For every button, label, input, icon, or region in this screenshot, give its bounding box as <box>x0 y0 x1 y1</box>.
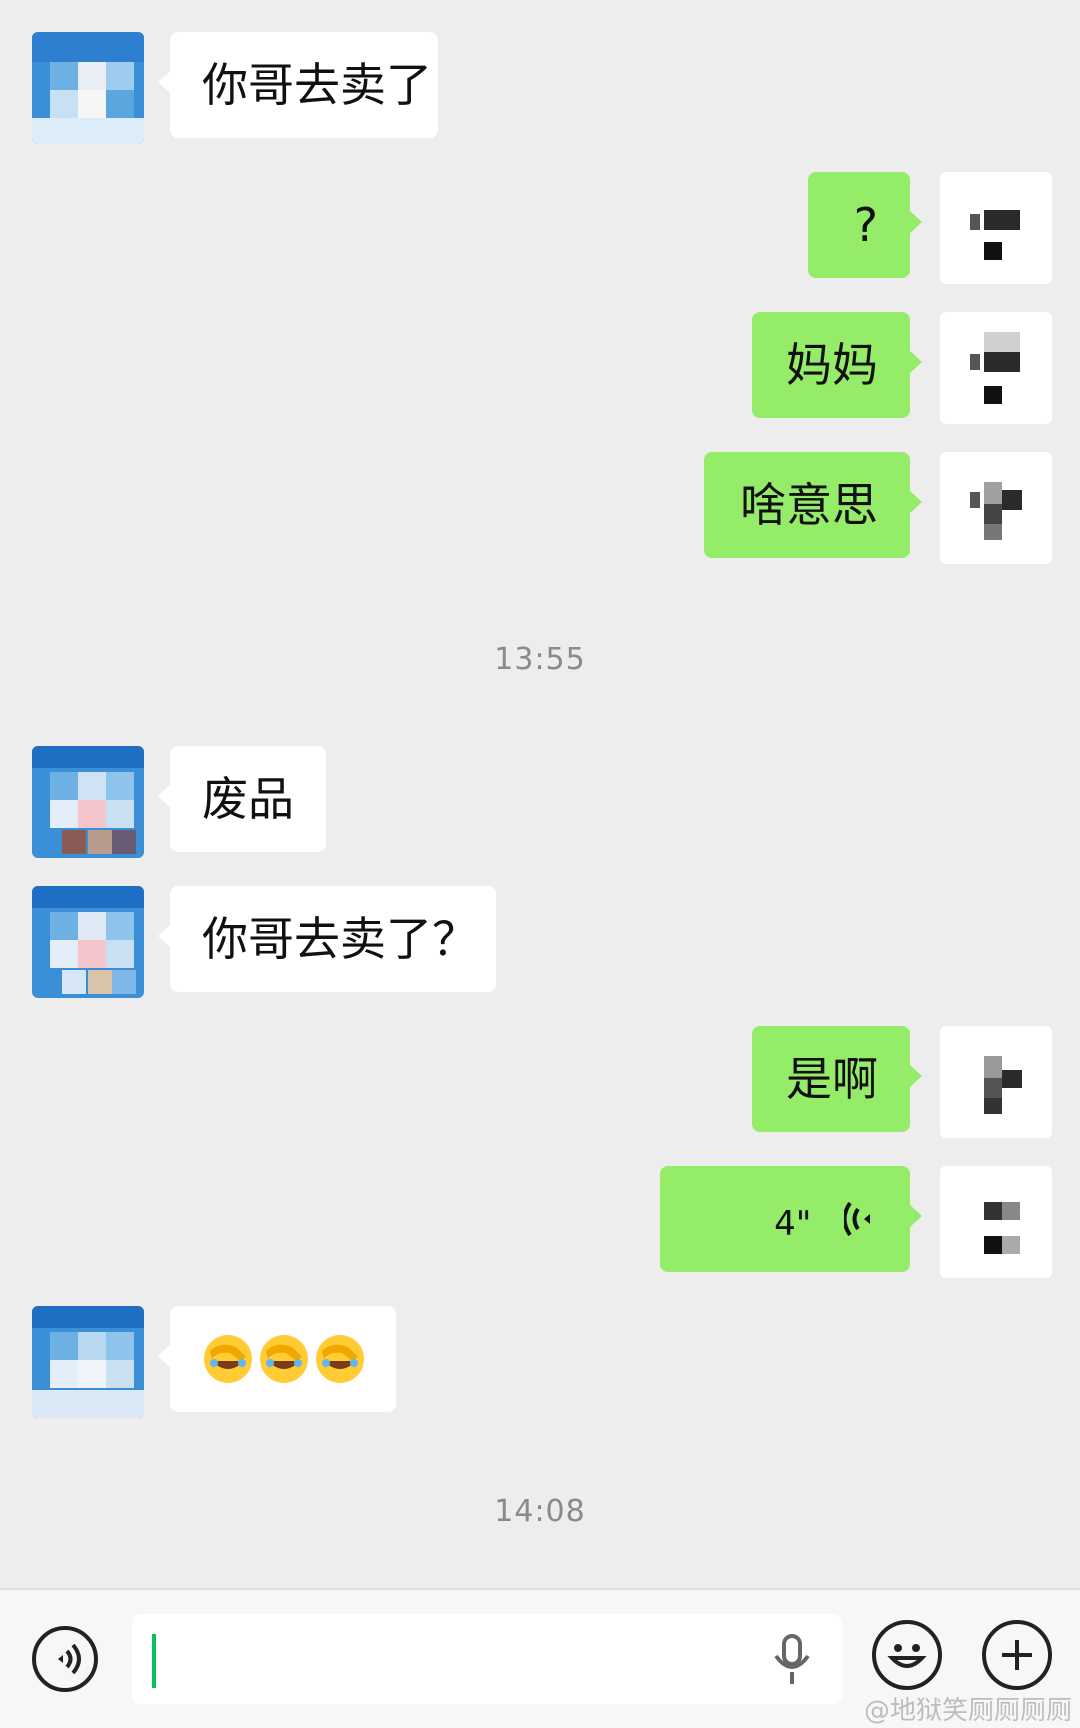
incoming-bubble[interactable]: 废品 <box>158 746 326 852</box>
message-text: 你哥去卖了 <box>202 58 432 112</box>
my-avatar[interactable] <box>940 312 1052 424</box>
incoming-bubble[interactable]: 你哥去卖了？ <box>158 886 496 992</box>
contact-avatar[interactable] <box>32 32 144 144</box>
smiley-icon <box>887 1644 927 1668</box>
voice-mode-button[interactable] <box>32 1626 98 1692</box>
message-row: 你哥去卖了？ <box>0 886 1080 998</box>
contact-avatar[interactable] <box>32 1306 144 1418</box>
message-row: 妈妈 <box>0 312 1080 424</box>
voice-message-bubble[interactable]: 4" <box>660 1166 922 1272</box>
timestamp: 13:55 <box>494 642 586 677</box>
voice-wave-icon <box>842 1170 878 1276</box>
face-palm-crying-icon <box>260 1335 308 1383</box>
emoji-group <box>202 1333 366 1385</box>
message-text: 啥意思 <box>740 478 878 532</box>
outgoing-bubble[interactable]: 是啊 <box>752 1026 922 1132</box>
emoji-bubble[interactable] <box>158 1306 396 1412</box>
message-row <box>0 1306 1080 1418</box>
microphone-icon[interactable] <box>772 1632 812 1688</box>
timestamp: 14:08 <box>494 1494 586 1529</box>
contact-avatar[interactable] <box>32 746 144 858</box>
my-avatar[interactable] <box>940 1026 1052 1138</box>
message-text: 废品 <box>202 772 294 826</box>
message-row: ? <box>0 172 1080 284</box>
my-avatar[interactable] <box>940 172 1052 284</box>
message-row: 废品 <box>0 746 1080 858</box>
message-text: 妈妈 <box>786 338 878 392</box>
message-row: 4" <box>0 1166 1080 1278</box>
outgoing-bubble[interactable]: 妈妈 <box>752 312 922 418</box>
outgoing-bubble[interactable]: 啥意思 <box>704 452 922 558</box>
message-input[interactable] <box>132 1614 842 1704</box>
voice-duration: 4" <box>774 1204 812 1244</box>
contact-avatar[interactable] <box>32 886 144 998</box>
message-row: 是啊 <box>0 1026 1080 1138</box>
message-row: 啥意思 <box>0 452 1080 564</box>
watermark-text: @地狱笑厕厕厕厕 <box>863 1696 1072 1726</box>
my-avatar[interactable] <box>940 1166 1052 1278</box>
text-caret <box>152 1634 156 1688</box>
message-text: 你哥去卖了？ <box>202 912 478 966</box>
my-avatar[interactable] <box>940 452 1052 564</box>
outgoing-bubble[interactable]: ? <box>808 172 922 278</box>
emoji-button[interactable] <box>872 1620 942 1690</box>
incoming-bubble[interactable]: 你哥去卖了 <box>158 32 438 138</box>
message-row: 你哥去卖了 <box>0 32 1080 144</box>
voice-mode-icon <box>58 1643 81 1675</box>
message-text: ? <box>853 198 878 252</box>
more-button[interactable] <box>982 1620 1052 1690</box>
face-palm-crying-icon <box>316 1335 364 1383</box>
input-bar: @地狱笑厕厕厕厕 <box>0 1588 1080 1728</box>
chat-area[interactable]: 你哥去卖了 ? 妈妈 啥意思 13:55 废品 你哥去卖了？ 是啊 4" 14:… <box>0 0 1080 1588</box>
plus-icon <box>1002 1640 1032 1670</box>
face-palm-crying-icon <box>204 1335 252 1383</box>
message-text: 是啊 <box>786 1052 878 1106</box>
